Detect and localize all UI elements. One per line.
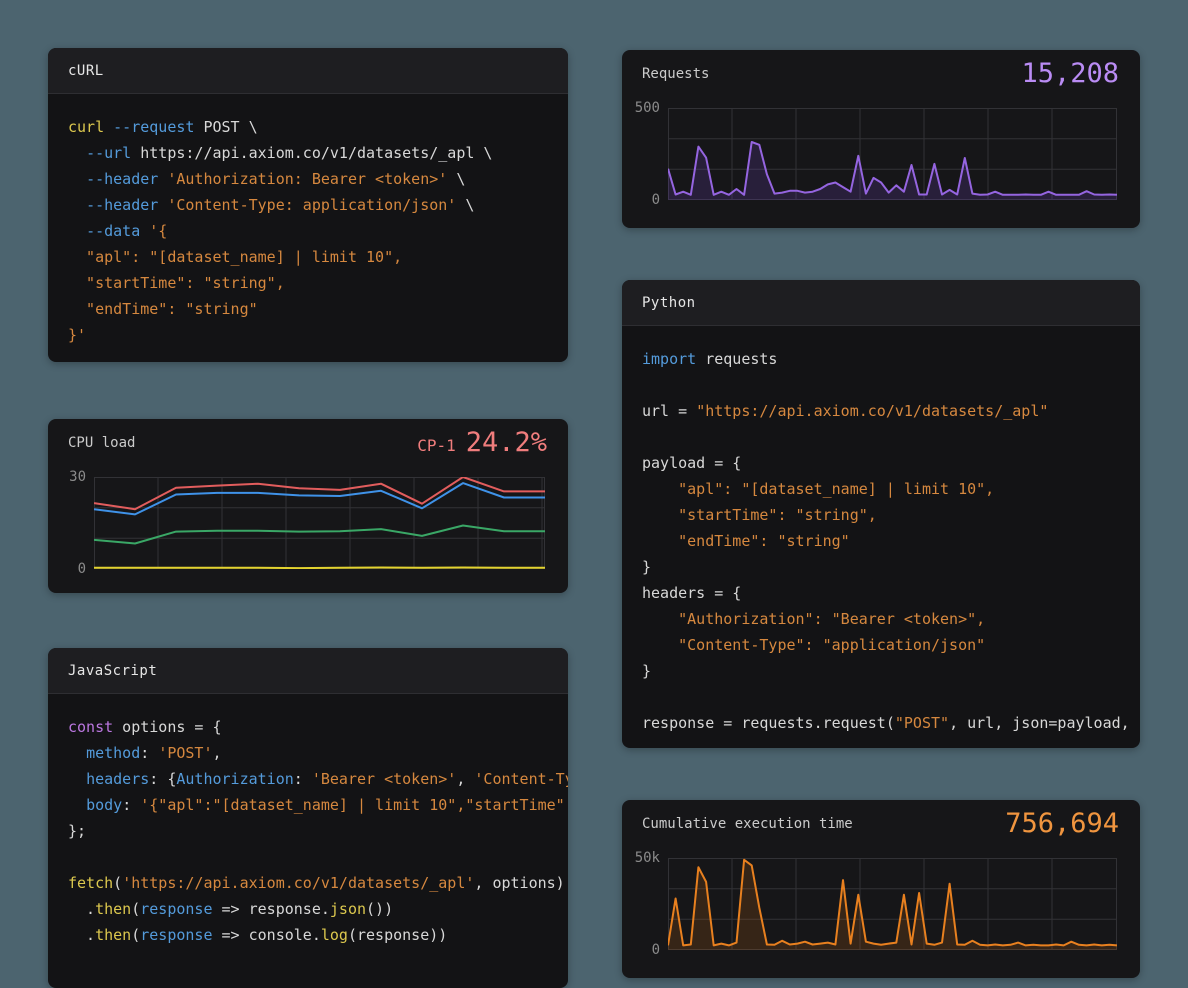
grid bbox=[94, 477, 545, 569]
code-line: "endTime": "string" bbox=[642, 528, 1140, 554]
code-line: --data '{ bbox=[68, 218, 568, 244]
code-line: fetch('https://api.axiom.co/v1/datasets/… bbox=[68, 870, 568, 896]
chart-title: Requests bbox=[642, 66, 709, 82]
code-line bbox=[642, 424, 1140, 450]
y-axis-zero-label: 0 bbox=[622, 192, 660, 208]
grid bbox=[668, 108, 1117, 200]
code-line: payload = { bbox=[642, 450, 1140, 476]
code-line: "endTime": "string" bbox=[68, 296, 568, 322]
y-axis-max-label: 30 bbox=[48, 469, 86, 485]
code-line: "startTime": "string", bbox=[68, 270, 568, 296]
javascript-code-panel: JavaScript const options = { method: 'PO… bbox=[48, 648, 568, 988]
code-line: body: '{"apl":"[dataset_name] | limit 10… bbox=[68, 792, 568, 818]
code-line: .then(response => response.json()) bbox=[68, 896, 568, 922]
code-line: --header 'Authorization: Bearer <token>'… bbox=[68, 166, 568, 192]
requests-chart-plot bbox=[668, 108, 1117, 200]
code-line bbox=[642, 684, 1140, 710]
curl-panel-header: cURL bbox=[48, 48, 568, 94]
python-code-block: import requests url = "https://api.axiom… bbox=[622, 326, 1140, 736]
code-line: method: 'POST', bbox=[68, 740, 568, 766]
cpu-red bbox=[94, 477, 545, 509]
code-line: }; bbox=[68, 818, 568, 844]
chart-value: 756,694 bbox=[1005, 808, 1119, 839]
cumulative-execution-time-line-area-fill bbox=[668, 860, 1117, 950]
code-line: headers = { bbox=[642, 580, 1140, 606]
code-line: } bbox=[642, 658, 1140, 684]
code-line: --header 'Content-Type: application/json… bbox=[68, 192, 568, 218]
grid bbox=[668, 858, 1117, 950]
code-line: const options = { bbox=[68, 714, 568, 740]
cpu-load-chart-panel: CPU load CP-1 24.2% 30 0 bbox=[48, 419, 568, 593]
python-panel-header: Python bbox=[622, 280, 1140, 326]
chart-value-wrap: 756,694 bbox=[1005, 808, 1119, 839]
chart-title: CPU load bbox=[68, 435, 135, 451]
code-line: --url https://api.axiom.co/v1/datasets/_… bbox=[68, 140, 568, 166]
chart-value-wrap: CP-1 24.2% bbox=[417, 427, 547, 458]
code-line: "apl": "[dataset_name] | limit 10", bbox=[68, 244, 568, 270]
code-line: headers: {Authorization: 'Bearer <token>… bbox=[68, 766, 568, 792]
code-line bbox=[68, 844, 568, 870]
python-code-panel: Python import requests url = "https://ap… bbox=[622, 280, 1140, 748]
javascript-code-block: const options = { method: 'POST', header… bbox=[48, 694, 568, 948]
chart-title: Cumulative execution time bbox=[642, 816, 853, 832]
code-line bbox=[642, 372, 1140, 398]
code-line: "Content-Type": "application/json" bbox=[642, 632, 1140, 658]
code-line: import requests bbox=[642, 346, 1140, 372]
cumulative-execution-time-line bbox=[668, 860, 1117, 946]
cumulative-execution-time-chart-panel: Cumulative execution time 756,694 50k 0 bbox=[622, 800, 1140, 978]
javascript-panel-header: JavaScript bbox=[48, 648, 568, 694]
chart-series-label: CP-1 bbox=[417, 436, 456, 455]
y-axis-max-label: 50k bbox=[622, 850, 660, 866]
curl-code-block: curl --request POST \ --url https://api.… bbox=[48, 94, 568, 348]
chart-value-wrap: 15,208 bbox=[1021, 58, 1119, 89]
y-axis-max-label: 500 bbox=[622, 100, 660, 116]
panel-title: Python bbox=[642, 295, 696, 311]
code-line: curl --request POST \ bbox=[68, 114, 568, 140]
cpu-yellow bbox=[94, 568, 545, 569]
chart-value: 15,208 bbox=[1021, 58, 1119, 89]
code-line: .then(response => console.log(response)) bbox=[68, 922, 568, 948]
panel-title: JavaScript bbox=[68, 663, 157, 679]
chart-value: 24.2% bbox=[466, 427, 547, 458]
y-axis-zero-label: 0 bbox=[48, 561, 86, 577]
panel-title: cURL bbox=[68, 63, 104, 79]
y-axis-zero-label: 0 bbox=[622, 942, 660, 958]
code-line: }' bbox=[68, 322, 568, 348]
code-line: url = "https://api.axiom.co/v1/datasets/… bbox=[642, 398, 1140, 424]
requests-line bbox=[668, 142, 1117, 195]
cpu-blue bbox=[94, 483, 545, 514]
curl-code-panel: cURL curl --request POST \ --url https:/… bbox=[48, 48, 568, 362]
code-line: "apl": "[dataset_name] | limit 10", bbox=[642, 476, 1140, 502]
cpu-load-chart-plot bbox=[94, 477, 545, 569]
cumulative-execution-time-chart-plot bbox=[668, 858, 1117, 950]
code-line: "startTime": "string", bbox=[642, 502, 1140, 528]
code-line: } bbox=[642, 554, 1140, 580]
requests-chart-panel: Requests 15,208 500 0 bbox=[622, 50, 1140, 228]
code-line: "Authorization": "Bearer <token>", bbox=[642, 606, 1140, 632]
cpu-green bbox=[94, 526, 545, 544]
code-line: response = requests.request("POST", url,… bbox=[642, 710, 1140, 736]
